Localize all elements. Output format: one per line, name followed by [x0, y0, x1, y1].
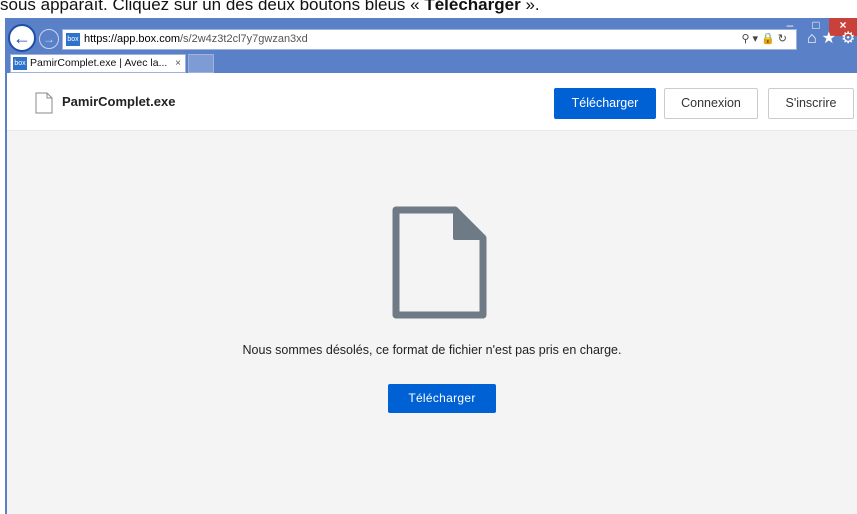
toolbar-icons: ⌂★⚙	[807, 28, 857, 48]
tab-close-icon[interactable]: ×	[175, 55, 181, 72]
url-path: /s/2w4z3t2cl7y7gwzan3xd	[180, 33, 308, 45]
file-icon	[35, 92, 53, 114]
download-button[interactable]: Télécharger	[554, 88, 656, 119]
refresh-icon[interactable]: ↻	[778, 33, 790, 45]
box-favicon-icon: box	[66, 33, 80, 46]
tab-active[interactable]: box PamirComplet.exe | Avec la... ×	[10, 54, 186, 73]
signup-button[interactable]: S'inscrire	[768, 88, 854, 119]
instruction-bold: Télécharger	[424, 0, 521, 14]
instruction-suffix: ».	[520, 0, 540, 14]
login-button[interactable]: Connexion	[664, 88, 758, 119]
home-icon[interactable]: ⌂	[807, 30, 822, 47]
instruction-prefix: sous apparaît. Cliquez sur un des deux b…	[0, 0, 425, 14]
download-button-main[interactable]: Télécharger	[388, 384, 496, 413]
address-bar-icons: ⚲▾🔒↻	[741, 30, 790, 49]
search-icon[interactable]: ⚲	[741, 33, 752, 45]
address-bar[interactable]: box https://app.box.com/s/2w4z3t2cl7y7gwz…	[62, 29, 797, 50]
instruction-text: sous apparaît. Cliquez sur un des deux b…	[0, 0, 857, 18]
back-button[interactable]: ←	[8, 24, 36, 52]
box-favicon-icon: box	[13, 56, 27, 70]
new-tab-button[interactable]	[188, 54, 214, 73]
lock-icon[interactable]: 🔒	[761, 33, 778, 45]
gear-icon[interactable]: ⚙	[841, 30, 857, 47]
address-url: https://app.box.com/s/2w4z3t2cl7y7gwzan3…	[84, 33, 308, 45]
dropdown-icon[interactable]: ▾	[753, 33, 762, 45]
url-host: https://app.box.com	[84, 33, 180, 45]
arrow-left-icon: ←	[13, 27, 31, 48]
browser-chrome: – □ × ← → box https://app.box.com/s/2w4z3…	[5, 18, 857, 73]
box-header: PamirComplet.exe Télécharger Connexion S…	[7, 73, 857, 131]
forward-button[interactable]: →	[39, 29, 59, 49]
tab-title: PamirComplet.exe | Avec la...	[30, 57, 168, 69]
file-name: PamirComplet.exe	[62, 94, 176, 109]
unsupported-file-icon	[392, 206, 487, 319]
arrow-right-icon: →	[43, 32, 55, 46]
unsupported-format-message: Nous sommes désolés, ce format de fichie…	[242, 343, 622, 357]
page-content: PamirComplet.exe Télécharger Connexion S…	[5, 73, 857, 514]
star-icon[interactable]: ★	[822, 30, 841, 47]
